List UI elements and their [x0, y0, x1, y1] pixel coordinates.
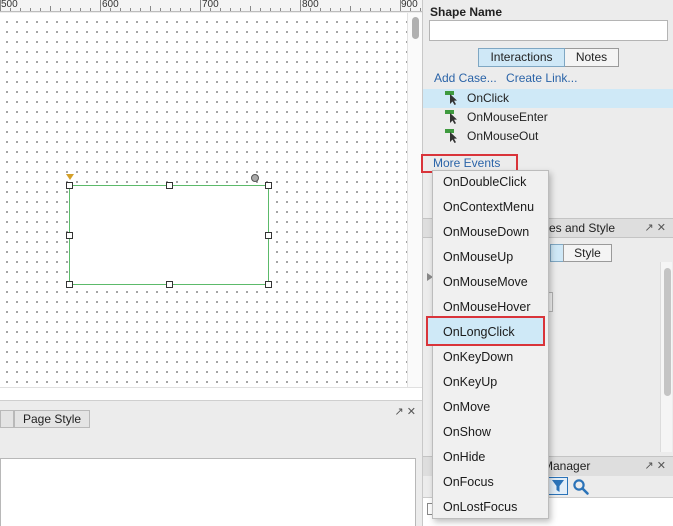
event-cursor-icon: [445, 129, 457, 143]
resize-handle-bottom-right[interactable]: [265, 281, 272, 288]
event-label: OnMouseEnter: [467, 110, 548, 124]
menu-item-onmouseup[interactable]: OnMouseUp: [443, 250, 513, 264]
ruler-label: 700: [202, 0, 219, 10]
horizontal-ruler: 500 600 700 800 900: [0, 0, 422, 12]
close-icon[interactable]: ✕: [657, 222, 666, 234]
filter-icon: [552, 480, 564, 492]
menu-item-onhide[interactable]: OnHide: [443, 450, 485, 464]
resize-handle-bottom-left[interactable]: [66, 281, 73, 288]
ruler-label: 600: [102, 0, 119, 10]
popout-icon[interactable]: ↗: [645, 460, 654, 472]
anchor-marker-icon[interactable]: [66, 174, 74, 180]
popout-icon[interactable]: ↗: [645, 222, 654, 234]
event-onmouseenter[interactable]: OnMouseEnter: [423, 108, 673, 127]
event-label: OnClick: [467, 91, 510, 105]
search-icon[interactable]: [572, 478, 590, 496]
menu-item-onshow[interactable]: OnShow: [443, 425, 491, 439]
panel-controls: ↗ ✕: [645, 219, 667, 237]
page-style-content: [0, 458, 416, 526]
resize-handle-bottom[interactable]: [166, 281, 173, 288]
properties-scrollbar[interactable]: [660, 262, 672, 452]
event-cursor-icon: [445, 91, 457, 105]
tab-page-notes[interactable]: [0, 410, 14, 428]
menu-item-onfocus[interactable]: OnFocus: [443, 475, 494, 489]
popout-icon[interactable]: ↗: [395, 406, 404, 418]
resize-handle-top-left[interactable]: [66, 182, 73, 189]
ruler-label: 900: [401, 0, 418, 10]
close-icon[interactable]: ✕: [407, 406, 416, 418]
resize-handle-right[interactable]: [265, 232, 272, 239]
ruler-label: 500: [1, 0, 18, 10]
tab-properties[interactable]: [550, 244, 564, 262]
menu-item-onkeydown[interactable]: OnKeyDown: [443, 350, 513, 364]
resize-handle-left[interactable]: [66, 232, 73, 239]
interaction-actions: Add Case... Create Link...: [434, 71, 583, 85]
page-properties-panel: Page Style ↗ ✕: [0, 400, 422, 526]
menu-item-onmousemove[interactable]: OnMouseMove: [443, 275, 528, 289]
panel-controls: ↗ ✕: [395, 405, 417, 418]
tab-interactions[interactable]: Interactions: [478, 48, 565, 67]
close-icon[interactable]: ✕: [657, 460, 666, 472]
menu-item-ondoubleclick[interactable]: OnDoubleClick: [443, 175, 526, 189]
create-link-link[interactable]: Create Link...: [506, 71, 577, 85]
menu-item-onkeyup[interactable]: OnKeyUp: [443, 375, 497, 389]
tab-page-style[interactable]: Page Style: [14, 410, 91, 428]
tab-notes[interactable]: Notes: [565, 48, 619, 67]
resize-handle-top[interactable]: [166, 182, 173, 189]
page-properties-tabs: Page Style: [0, 410, 91, 428]
menu-item-onmousedown[interactable]: OnMouseDown: [443, 225, 529, 239]
event-onmouseout[interactable]: OnMouseOut: [423, 127, 673, 146]
rotate-handle[interactable]: [251, 174, 259, 182]
add-case-link[interactable]: Add Case...: [434, 71, 497, 85]
manager-header-title: Manager: [543, 459, 591, 473]
canvas-bottom-strip: [0, 387, 422, 400]
menu-item-oncontextmenu[interactable]: OnContextMenu: [443, 200, 534, 214]
event-cursor-icon: [445, 110, 457, 124]
shape-name-label: Shape Name: [430, 5, 503, 19]
ruler-label: 800: [302, 0, 319, 10]
properties-header-title: ties and Style: [543, 221, 616, 235]
menu-item-onlongclick[interactable]: OnLongClick: [443, 325, 515, 339]
tab-style[interactable]: Style: [563, 244, 612, 262]
canvas-vertical-scrollbar[interactable]: [407, 13, 422, 387]
resize-handle-top-right[interactable]: [265, 182, 272, 189]
scrollbar-thumb[interactable]: [412, 17, 419, 39]
event-onclick[interactable]: OnClick: [423, 89, 673, 108]
selected-rectangle-shape[interactable]: [69, 185, 269, 285]
scrollbar-thumb[interactable]: [664, 268, 671, 396]
panel-controls: ↗ ✕: [645, 457, 667, 475]
menu-item-onlostfocus[interactable]: OnLostFocus: [443, 500, 517, 514]
shape-name-input[interactable]: [429, 20, 668, 41]
inspector-tabs: Interactions Notes: [478, 48, 619, 67]
event-label: OnMouseOut: [467, 129, 539, 143]
menu-item-onmousehover[interactable]: OnMouseHover: [443, 300, 531, 314]
filter-button[interactable]: [548, 477, 568, 495]
menu-item-onmove[interactable]: OnMove: [443, 400, 490, 414]
